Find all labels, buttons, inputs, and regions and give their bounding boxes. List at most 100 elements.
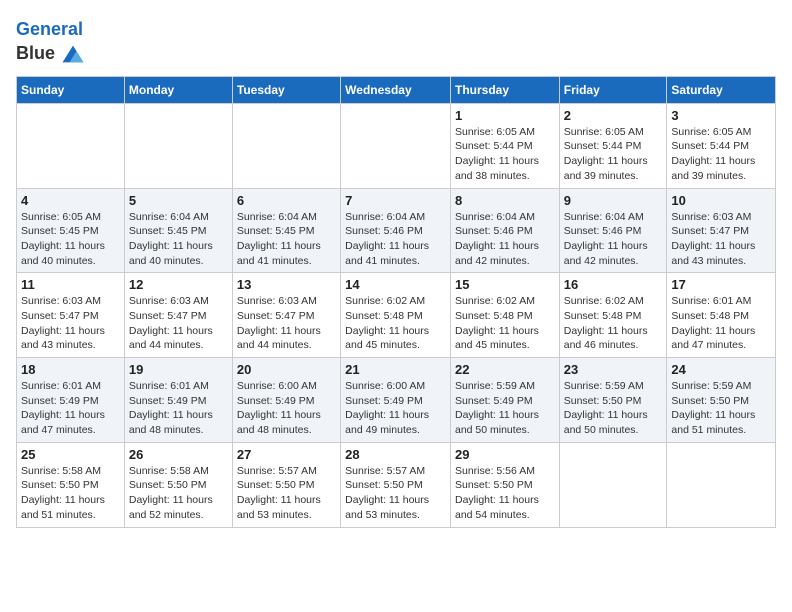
- logo-text: General: [16, 20, 87, 40]
- day-info: Sunrise: 5:58 AMSunset: 5:50 PMDaylight:…: [129, 464, 228, 523]
- weekday-header-row: SundayMondayTuesdayWednesdayThursdayFrid…: [17, 76, 776, 103]
- day-number: 13: [237, 277, 336, 292]
- day-info: Sunrise: 6:02 AMSunset: 5:48 PMDaylight:…: [345, 294, 446, 353]
- day-number: 5: [129, 193, 228, 208]
- day-info: Sunrise: 6:05 AMSunset: 5:44 PMDaylight:…: [455, 125, 555, 184]
- day-info: Sunrise: 6:05 AMSunset: 5:44 PMDaylight:…: [564, 125, 663, 184]
- calendar-body: 1 Sunrise: 6:05 AMSunset: 5:44 PMDaylight…: [17, 103, 776, 527]
- day-number: 18: [21, 362, 120, 377]
- day-info: Sunrise: 6:03 AMSunset: 5:47 PMDaylight:…: [21, 294, 120, 353]
- day-info: Sunrise: 6:04 AMSunset: 5:46 PMDaylight:…: [455, 210, 555, 269]
- day-info: Sunrise: 5:59 AMSunset: 5:50 PMDaylight:…: [671, 379, 771, 438]
- day-number: 6: [237, 193, 336, 208]
- day-number: 8: [455, 193, 555, 208]
- calendar-cell: 7Sunrise: 6:04 AMSunset: 5:46 PMDaylight…: [341, 188, 451, 273]
- day-number: 1: [455, 108, 555, 123]
- day-number: 20: [237, 362, 336, 377]
- day-number: 2: [564, 108, 663, 123]
- calendar-week-row: 1 Sunrise: 6:05 AMSunset: 5:44 PMDaylight…: [17, 103, 776, 188]
- calendar-cell: [667, 442, 776, 527]
- calendar-cell: 17 Sunrise: 6:01 AMSunset: 5:48 PMDayligh…: [667, 273, 776, 358]
- day-info: Sunrise: 6:02 AMSunset: 5:48 PMDaylight:…: [564, 294, 663, 353]
- day-number: 22: [455, 362, 555, 377]
- calendar-cell: 2 Sunrise: 6:05 AMSunset: 5:44 PMDaylight…: [559, 103, 667, 188]
- day-info: Sunrise: 6:04 AMSunset: 5:45 PMDaylight:…: [237, 210, 336, 269]
- calendar-cell: 1 Sunrise: 6:05 AMSunset: 5:44 PMDaylight…: [450, 103, 559, 188]
- logo-icon: [59, 40, 87, 68]
- calendar-cell: 15Sunrise: 6:02 AMSunset: 5:48 PMDayligh…: [450, 273, 559, 358]
- day-info: Sunrise: 6:05 AMSunset: 5:45 PMDaylight:…: [21, 210, 120, 269]
- day-number: 27: [237, 447, 336, 462]
- day-info: Sunrise: 6:03 AMSunset: 5:47 PMDaylight:…: [237, 294, 336, 353]
- weekday-header-cell: Wednesday: [341, 76, 451, 103]
- day-number: 15: [455, 277, 555, 292]
- day-number: 4: [21, 193, 120, 208]
- day-info: Sunrise: 6:01 AMSunset: 5:49 PMDaylight:…: [129, 379, 228, 438]
- weekday-header-cell: Thursday: [450, 76, 559, 103]
- calendar-cell: 6 Sunrise: 6:04 AMSunset: 5:45 PMDaylight…: [232, 188, 340, 273]
- calendar-cell: [232, 103, 340, 188]
- day-number: 21: [345, 362, 446, 377]
- calendar-week-row: 18 Sunrise: 6:01 AMSunset: 5:49 PMDayligh…: [17, 358, 776, 443]
- calendar-cell: 14 Sunrise: 6:02 AMSunset: 5:48 PMDayligh…: [341, 273, 451, 358]
- day-info: Sunrise: 6:01 AMSunset: 5:49 PMDaylight:…: [21, 379, 120, 438]
- calendar-cell: 26 Sunrise: 5:58 AMSunset: 5:50 PMDayligh…: [124, 442, 232, 527]
- day-info: Sunrise: 6:03 AMSunset: 5:47 PMDaylight:…: [671, 210, 771, 269]
- calendar-cell: [341, 103, 451, 188]
- calendar-cell: 27 Sunrise: 5:57 AMSunset: 5:50 PMDayligh…: [232, 442, 340, 527]
- day-info: Sunrise: 5:57 AMSunset: 5:50 PMDaylight:…: [345, 464, 446, 523]
- day-number: 19: [129, 362, 228, 377]
- calendar-week-row: 25Sunrise: 5:58 AMSunset: 5:50 PMDayligh…: [17, 442, 776, 527]
- calendar-cell: 3 Sunrise: 6:05 AMSunset: 5:44 PMDaylight…: [667, 103, 776, 188]
- day-info: Sunrise: 6:00 AMSunset: 5:49 PMDaylight:…: [237, 379, 336, 438]
- calendar-cell: 12 Sunrise: 6:03 AMSunset: 5:47 PMDayligh…: [124, 273, 232, 358]
- calendar-cell: 10Sunrise: 6:03 AMSunset: 5:47 PMDayligh…: [667, 188, 776, 273]
- weekday-header-cell: Friday: [559, 76, 667, 103]
- weekday-header-cell: Sunday: [17, 76, 125, 103]
- day-number: 12: [129, 277, 228, 292]
- calendar-cell: 20 Sunrise: 6:00 AMSunset: 5:49 PMDayligh…: [232, 358, 340, 443]
- calendar: SundayMondayTuesdayWednesdayThursdayFrid…: [16, 76, 776, 528]
- day-number: 17: [671, 277, 771, 292]
- day-info: Sunrise: 6:01 AMSunset: 5:48 PMDaylight:…: [671, 294, 771, 353]
- day-info: Sunrise: 6:05 AMSunset: 5:44 PMDaylight:…: [671, 125, 771, 184]
- calendar-cell: 19 Sunrise: 6:01 AMSunset: 5:49 PMDayligh…: [124, 358, 232, 443]
- calendar-cell: [17, 103, 125, 188]
- weekday-header-cell: Monday: [124, 76, 232, 103]
- day-info: Sunrise: 5:57 AMSunset: 5:50 PMDaylight:…: [237, 464, 336, 523]
- day-number: 28: [345, 447, 446, 462]
- calendar-cell: 8 Sunrise: 6:04 AMSunset: 5:46 PMDaylight…: [450, 188, 559, 273]
- weekday-header-cell: Saturday: [667, 76, 776, 103]
- calendar-cell: [124, 103, 232, 188]
- day-number: 3: [671, 108, 771, 123]
- day-info: Sunrise: 6:00 AMSunset: 5:49 PMDaylight:…: [345, 379, 446, 438]
- day-number: 16: [564, 277, 663, 292]
- day-number: 7: [345, 193, 446, 208]
- day-info: Sunrise: 6:04 AMSunset: 5:45 PMDaylight:…: [129, 210, 228, 269]
- calendar-cell: 23 Sunrise: 5:59 AMSunset: 5:50 PMDayligh…: [559, 358, 667, 443]
- day-info: Sunrise: 6:04 AMSunset: 5:46 PMDaylight:…: [564, 210, 663, 269]
- day-number: 29: [455, 447, 555, 462]
- calendar-cell: 13 Sunrise: 6:03 AMSunset: 5:47 PMDayligh…: [232, 273, 340, 358]
- weekday-header-cell: Tuesday: [232, 76, 340, 103]
- calendar-cell: 11 Sunrise: 6:03 AMSunset: 5:47 PMDayligh…: [17, 273, 125, 358]
- calendar-week-row: 4 Sunrise: 6:05 AMSunset: 5:45 PMDaylight…: [17, 188, 776, 273]
- day-number: 9: [564, 193, 663, 208]
- calendar-cell: 25Sunrise: 5:58 AMSunset: 5:50 PMDayligh…: [17, 442, 125, 527]
- day-number: 14: [345, 277, 446, 292]
- day-info: Sunrise: 6:03 AMSunset: 5:47 PMDaylight:…: [129, 294, 228, 353]
- calendar-cell: 4 Sunrise: 6:05 AMSunset: 5:45 PMDaylight…: [17, 188, 125, 273]
- logo: General Blue: [16, 20, 87, 68]
- calendar-cell: 5 Sunrise: 6:04 AMSunset: 5:45 PMDaylight…: [124, 188, 232, 273]
- day-number: 11: [21, 277, 120, 292]
- calendar-cell: 28 Sunrise: 5:57 AMSunset: 5:50 PMDayligh…: [341, 442, 451, 527]
- day-number: 23: [564, 362, 663, 377]
- day-info: Sunrise: 5:59 AMSunset: 5:50 PMDaylight:…: [564, 379, 663, 438]
- calendar-cell: 16 Sunrise: 6:02 AMSunset: 5:48 PMDayligh…: [559, 273, 667, 358]
- day-info: Sunrise: 5:59 AMSunset: 5:49 PMDaylight:…: [455, 379, 555, 438]
- calendar-cell: 24Sunrise: 5:59 AMSunset: 5:50 PMDayligh…: [667, 358, 776, 443]
- day-number: 26: [129, 447, 228, 462]
- day-info: Sunrise: 5:58 AMSunset: 5:50 PMDaylight:…: [21, 464, 120, 523]
- calendar-cell: 21 Sunrise: 6:00 AMSunset: 5:49 PMDayligh…: [341, 358, 451, 443]
- calendar-cell: 18 Sunrise: 6:01 AMSunset: 5:49 PMDayligh…: [17, 358, 125, 443]
